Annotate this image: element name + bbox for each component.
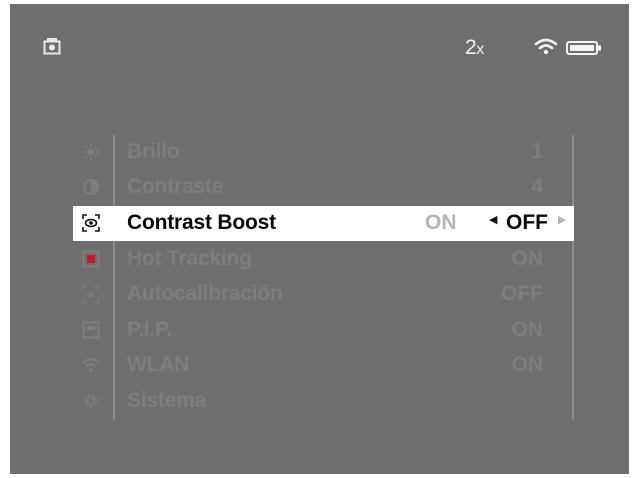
menu-item-value: 1: [531, 140, 543, 163]
zoom-level: 2x: [465, 36, 484, 59]
svg-text:A: A: [88, 291, 95, 300]
wlan-icon: [82, 358, 100, 372]
menu-item-label: Brillo: [127, 140, 180, 163]
option-on[interactable]: ON: [425, 211, 457, 235]
battery-icon: [566, 41, 601, 55]
menu-item-label: Hot Tracking: [127, 247, 252, 270]
menu-item-contraste[interactable]: Contraste 4: [10, 170, 629, 205]
menu-item-value: OFF: [501, 282, 543, 305]
device-screen: 2x Brillo 1 Contraste 4 Contrast Boost O…: [10, 4, 629, 474]
menu-item-label: Contrast Boost: [127, 211, 276, 234]
menu-item-value: ON: [511, 353, 544, 376]
contrast-icon: [83, 179, 99, 195]
current-option[interactable]: OFF: [506, 211, 548, 235]
menu-item-label: Contraste: [127, 175, 224, 198]
menu-item-value: ON: [511, 318, 544, 341]
settings-icon: [84, 394, 98, 408]
wifi-icon: [534, 38, 558, 55]
menu-item-sistema[interactable]: Sistema: [10, 384, 629, 419]
contrast-boost-icon: [82, 214, 100, 232]
menu-item-label: P.I.P.: [127, 318, 172, 341]
pip-icon: [82, 321, 100, 339]
menu-item-value: ON: [511, 247, 544, 270]
menu-item-hot-tracking[interactable]: Hot Tracking ON: [10, 242, 629, 277]
menu-item-brillo[interactable]: Brillo 1: [10, 135, 629, 170]
menu-item-label: Autocalibración: [127, 282, 283, 305]
right-arrow-icon[interactable]: ▶: [558, 213, 566, 226]
menu-item-label: WLAN: [127, 353, 190, 376]
menu-item-value: 4: [531, 175, 543, 198]
menu-item-wlan[interactable]: WLAN ON: [10, 348, 629, 383]
menu-item-autocalibracion[interactable]: A Autocalibración OFF: [10, 277, 629, 312]
brightness-icon: [83, 144, 99, 160]
camera-icon: [43, 38, 61, 55]
menu-item-pip[interactable]: P.I.P. ON: [10, 313, 629, 348]
menu-item-label: Sistema: [127, 389, 207, 412]
menu-item-contrast-boost[interactable]: Contrast Boost ON ◀ OFF ▶: [73, 206, 574, 241]
autocalibration-icon: A: [82, 285, 100, 303]
left-arrow-icon[interactable]: ◀: [489, 213, 497, 226]
hot-tracking-icon: [82, 250, 100, 268]
